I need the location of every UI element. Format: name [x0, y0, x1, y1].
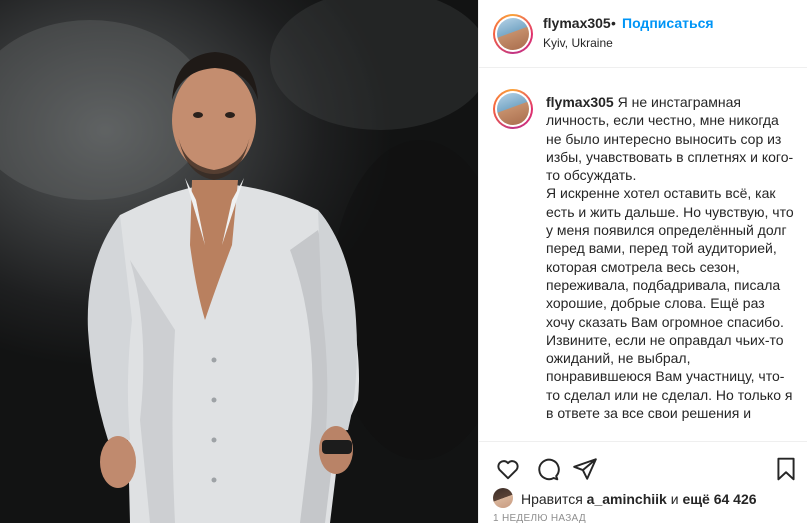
caption-paragraph: flymax305 Я не инстаграмная личность, ес… — [546, 94, 794, 184]
liker-avatar[interactable] — [493, 488, 513, 508]
post-side-panel: flymax305 • Подписаться Kyiv, Ukraine fl… — [478, 0, 807, 523]
caption-area: flymax305 Я не инстаграмная личность, ес… — [479, 69, 807, 441]
caption-text: flymax305 Я не инстаграмная личность, ес… — [546, 93, 796, 422]
post-photo[interactable] — [0, 0, 478, 523]
likes-count-link[interactable]: ещё 64 426 — [682, 491, 756, 507]
caption-username[interactable]: flymax305 — [546, 94, 614, 110]
separator-dot: • — [611, 15, 616, 31]
bookmark-icon[interactable] — [773, 456, 799, 482]
caption-paragraph: Я искренне хотел оставить всё, как есть … — [546, 185, 794, 330]
likes-text: Нравится a_aminchiik и ещё 64 426 — [521, 491, 757, 507]
man-in-white-shirt-photo — [0, 0, 478, 523]
follow-button[interactable]: Подписаться — [622, 15, 714, 31]
caption-author-avatar[interactable] — [493, 89, 533, 129]
post-timestamp[interactable]: 1 НЕДЕЛЮ НАЗАД — [493, 513, 586, 523]
author-username[interactable]: flymax305 — [543, 15, 611, 31]
heart-icon[interactable] — [495, 456, 521, 482]
share-icon[interactable] — [572, 456, 598, 482]
post-location[interactable]: Kyiv, Ukraine — [543, 36, 613, 50]
author-avatar[interactable] — [493, 14, 533, 54]
action-bar — [479, 441, 807, 491]
likes-summary: Нравится a_aminchiik и ещё 64 426 — [493, 488, 803, 512]
comment-icon[interactable] — [534, 456, 560, 482]
caption-paragraph: Извините, если не оправдал чьих-то ожида… — [546, 331, 793, 422]
post-header: flymax305 • Подписаться Kyiv, Ukraine — [479, 0, 807, 68]
liker-username[interactable]: a_aminchiik — [587, 491, 667, 507]
